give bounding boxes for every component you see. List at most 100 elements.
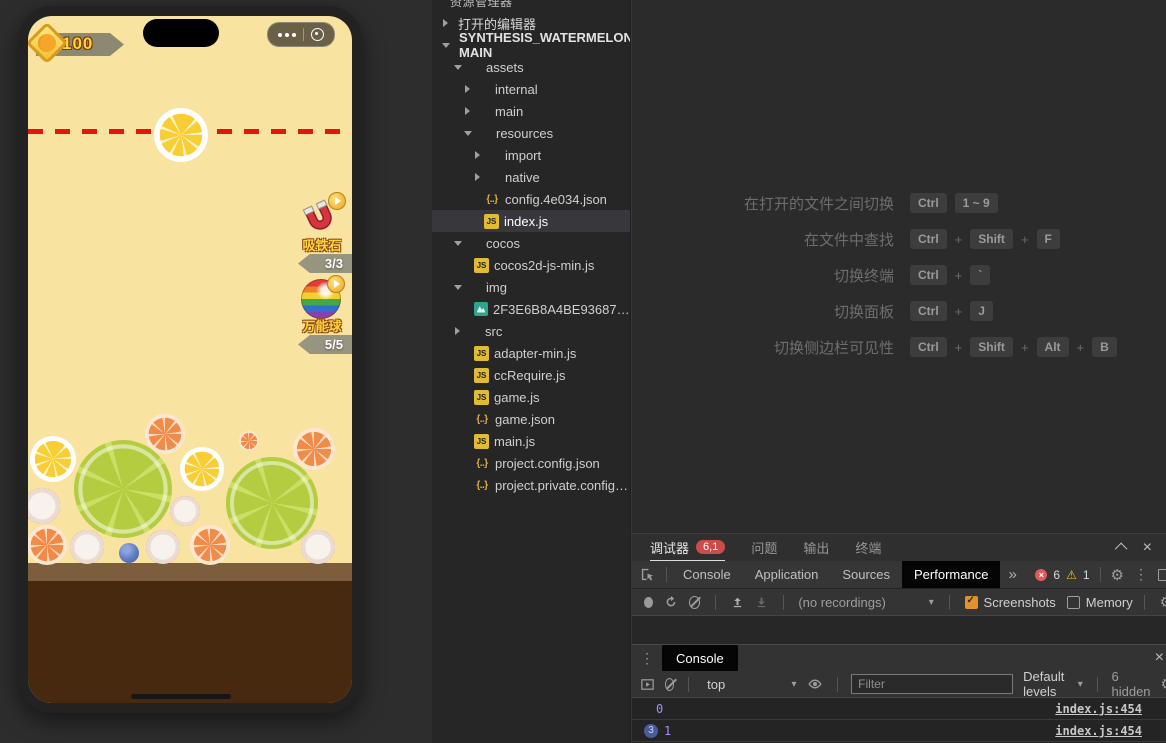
tree-item-img[interactable]: img <box>432 276 630 298</box>
panel-tab-调试器[interactable]: 调试器6,1 <box>650 534 725 561</box>
tree-item-game-json[interactable]: game.json <box>432 408 630 430</box>
tree-item-label: main.js <box>494 434 535 449</box>
tree-item-src[interactable]: src <box>432 320 630 342</box>
drawer-menu-icon[interactable]: ⋮ <box>632 650 662 667</box>
more-icon[interactable] <box>278 33 296 37</box>
console-source-link[interactable]: index.js:454 <box>1055 724 1142 738</box>
upload-profile-icon[interactable] <box>731 596 744 609</box>
shortcut-hints: 在打开的文件之间切换Ctrl1 ~ 9在文件中查找Ctrl+Shift+F切换终… <box>632 192 1166 372</box>
key-cap: Ctrl <box>910 265 947 285</box>
tree-item-import[interactable]: import <box>432 144 630 166</box>
console-log-row: 31index.js:454 <box>632 720 1166 742</box>
key-cap: ` <box>970 265 990 285</box>
error-count[interactable]: 6 <box>1053 568 1060 582</box>
download-profile-icon[interactable] <box>755 596 768 609</box>
devtools-menu-icon[interactable]: ⋮ <box>1130 566 1152 583</box>
folder-gray-icon <box>474 81 490 97</box>
tree-item-internal[interactable]: internal <box>432 78 630 100</box>
inspect-element-icon[interactable] <box>632 567 662 582</box>
ground-strip <box>28 563 352 581</box>
exit-circle-icon[interactable] <box>311 28 324 41</box>
clear-console-icon[interactable] <box>665 678 674 691</box>
game-screen[interactable]: 100 <box>28 16 352 703</box>
panel-tab-label: 输出 <box>803 538 829 557</box>
tree-item-cocos[interactable]: cocos <box>432 232 630 254</box>
devtools-tab-console[interactable]: Console <box>671 561 743 588</box>
devtools-tab-performance[interactable]: Performance <box>902 561 1000 588</box>
chevron-down-icon <box>442 43 450 48</box>
mangosteen-fruit <box>170 496 200 526</box>
chevron-right-icon <box>455 327 460 335</box>
tree-item-2f3e6b8a4be936870---[interactable]: 2F3E6B8A4BE936870... <box>432 298 630 320</box>
chevron-down-icon <box>454 285 462 290</box>
capsule-divider <box>303 28 304 41</box>
dock-side-icon[interactable] <box>1158 569 1166 581</box>
record-button[interactable] <box>644 597 653 608</box>
more-tabs-icon[interactable]: » <box>1000 566 1024 583</box>
tree-item-project-config-json[interactable]: project.config.json <box>432 452 630 474</box>
folder-gray-icon <box>474 103 490 119</box>
shortcut-row: 在打开的文件之间切换Ctrl1 ~ 9 <box>632 192 1166 214</box>
tree-item-resources[interactable]: resources <box>432 122 630 144</box>
maximize-panel-icon[interactable] <box>1114 543 1127 556</box>
console-source-link[interactable]: index.js:454 <box>1055 702 1142 716</box>
tree-item-game-js[interactable]: game.js <box>432 386 630 408</box>
tree-item-label: import <box>505 148 541 163</box>
orange-fruit <box>28 525 67 565</box>
devtools-tab-application[interactable]: Application <box>743 561 831 588</box>
warning-icon: ⚠ <box>1066 568 1077 582</box>
play-badge-icon <box>327 275 345 293</box>
tree-item-project-private-config-js---[interactable]: project.private.config.js... <box>432 474 630 496</box>
tree-item-adapter-min-js[interactable]: adapter-min.js <box>432 342 630 364</box>
shortcut-label: 在文件中查找 <box>632 229 894 250</box>
clear-recordings-icon[interactable] <box>689 596 700 609</box>
chevron-right-icon <box>475 173 480 181</box>
console-log-area: 0index.js:45431index.js:4543可以消除了index.j… <box>632 698 1166 743</box>
close-drawer-icon[interactable]: × <box>1155 650 1166 666</box>
screenshots-label[interactable]: Screenshots <box>984 595 1056 610</box>
plus-separator: + <box>955 268 963 283</box>
console-settings-gear-icon[interactable]: ⚙ <box>1161 675 1166 693</box>
panel-tab-问题[interactable]: 问题 <box>751 534 777 561</box>
warning-count[interactable]: 1 <box>1083 568 1090 582</box>
panel-tab-badge: 6,1 <box>696 540 725 554</box>
tree-item-main-js[interactable]: main.js <box>432 430 630 452</box>
tree-item-index-js[interactable]: index.js <box>432 210 630 232</box>
tree-item-config-4e034-json[interactable]: config.4e034.json <box>432 188 630 210</box>
caret-down-icon: ▾ <box>791 679 796 690</box>
context-dropdown[interactable]: top ▾ <box>707 677 796 692</box>
tree-item-main[interactable]: main <box>432 100 630 122</box>
reload-and-record-icon[interactable] <box>664 595 678 609</box>
screenshots-checkbox[interactable] <box>965 596 978 609</box>
folder-import-icon <box>484 147 500 163</box>
folder-open-yellow-icon <box>465 59 481 75</box>
tree-item-native[interactable]: native <box>432 166 630 188</box>
recordings-dropdown[interactable]: (no recordings) ▾ <box>798 595 933 610</box>
key-cap: Ctrl <box>910 301 947 321</box>
json-icon <box>484 191 500 207</box>
lemon-fruit <box>180 447 224 491</box>
settings-gear-icon[interactable]: ⚙ <box>1111 566 1124 584</box>
explorer-panel: 资源管理器 打开的编辑器 SYNTHESIS_WATERMELON-MAIN a… <box>432 0 631 743</box>
tree-item-cocos2d-js-min-js[interactable]: cocos2d-js-min.js <box>432 254 630 276</box>
console-drawer-tab[interactable]: Console <box>662 645 738 671</box>
chevron-down-icon <box>454 241 462 246</box>
chevron-right-icon <box>475 151 480 159</box>
eye-icon[interactable] <box>807 676 823 692</box>
tree-item-ccrequire-js[interactable]: ccRequire.js <box>432 364 630 386</box>
repeat-count-badge: 3 <box>644 724 658 738</box>
console-sidebar-icon[interactable] <box>640 677 655 692</box>
devtools-tab-sources[interactable]: Sources <box>830 561 902 588</box>
memory-checkbox[interactable] <box>1067 596 1080 609</box>
key-cap: J <box>970 301 993 321</box>
capture-settings-gear-icon[interactable]: ⚙ <box>1160 593 1166 611</box>
close-panel-icon[interactable]: × <box>1143 540 1152 556</box>
vscode-panel-tabbar: 调试器6,1 问题 输出 终端 × <box>632 534 1166 561</box>
console-filter-input[interactable] <box>851 674 1013 694</box>
panel-tab-输出[interactable]: 输出 <box>803 534 829 561</box>
memory-label[interactable]: Memory <box>1086 595 1133 610</box>
panel-tab-终端[interactable]: 终端 <box>855 534 881 561</box>
workspace-root[interactable]: SYNTHESIS_WATERMELON-MAIN <box>432 34 630 56</box>
log-levels-dropdown[interactable]: Default levels ▾ <box>1023 669 1083 699</box>
plus-separator: + <box>955 304 963 319</box>
